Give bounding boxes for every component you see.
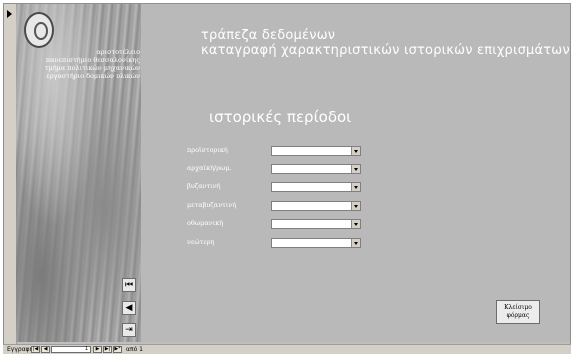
status-new-record-button[interactable]: ▶* (113, 346, 122, 353)
university-text-line: εργαστήριο δομικών υλικών (46, 72, 140, 80)
chevron-down-icon[interactable] (351, 202, 360, 210)
status-next-record-button[interactable]: ▶ (93, 346, 102, 353)
current-record-field[interactable]: 1 (51, 346, 91, 353)
university-text-line: αριστοτέλειο (96, 48, 140, 56)
university-seal-icon (24, 12, 54, 48)
section-heading: ιστορικές περίοδοι (209, 108, 352, 126)
main-form-area: τράπεζα δεδομένων καταγραφή χαρακτηριστι… (141, 4, 570, 342)
chevron-down-icon[interactable] (351, 147, 360, 155)
chevron-down-icon[interactable] (351, 220, 360, 228)
close-form-label: Κλείσιμο (504, 304, 532, 311)
period-combo-byzantine[interactable] (271, 182, 361, 192)
period-combo-modern[interactable] (271, 238, 361, 248)
form-window: αριστοτέλειο πανεπιστήμιο θεσσαλονίκης τ… (3, 3, 571, 347)
close-form-label: φόρμας (506, 312, 530, 319)
current-record-icon (7, 10, 12, 18)
chevron-down-icon[interactable] (351, 183, 360, 191)
period-label: οθωμανική (187, 219, 224, 227)
close-form-button[interactable]: Κλείσιμο φόρμας (496, 300, 540, 324)
period-label: βυζαντινή (187, 182, 221, 190)
record-navigation-bar: Εγγραφή: |◀ ◀ 1 ▶ ▶| ▶* από 1 (3, 344, 571, 354)
university-text-line: πανεπιστήμιο θεσσαλονίκης (45, 56, 140, 64)
period-label: προϊστορική (187, 146, 228, 154)
status-first-record-button[interactable]: |◀ (31, 346, 40, 353)
database-title: τράπεζα δεδομένων (201, 28, 336, 43)
university-text-line: τμήμα πολιτικών μηχανικών (44, 64, 140, 72)
period-label: αρχαϊκή/ρωμ. (187, 164, 232, 172)
status-last-record-button[interactable]: ▶| (103, 346, 112, 353)
sidebar-panel: αριστοτέλειο πανεπιστήμιο θεσσαλονίκης τ… (16, 4, 141, 342)
period-label: νεώτερη (187, 238, 215, 246)
university-text: αριστοτέλειο πανεπιστήμιο θεσσαλονίκης τ… (22, 48, 140, 80)
previous-record-button[interactable]: ◀ (122, 301, 136, 315)
record-total: από 1 (126, 346, 143, 353)
period-combo-postbyzantine[interactable] (271, 201, 361, 211)
exit-button[interactable]: ⇥ (122, 323, 136, 337)
period-combo-prehistoric[interactable] (271, 146, 361, 156)
period-combo-ancient[interactable] (271, 164, 361, 174)
database-subtitle: καταγραφή χαρακτηριστικών ιστορικών επιχ… (201, 43, 570, 58)
chevron-down-icon[interactable] (351, 165, 360, 173)
first-record-button[interactable]: ⏮ (122, 278, 136, 292)
status-previous-record-button[interactable]: ◀ (41, 346, 50, 353)
chevron-down-icon[interactable] (351, 239, 360, 247)
period-combo-ottoman[interactable] (271, 219, 361, 229)
period-label: μεταβυζαντινή (187, 201, 237, 209)
